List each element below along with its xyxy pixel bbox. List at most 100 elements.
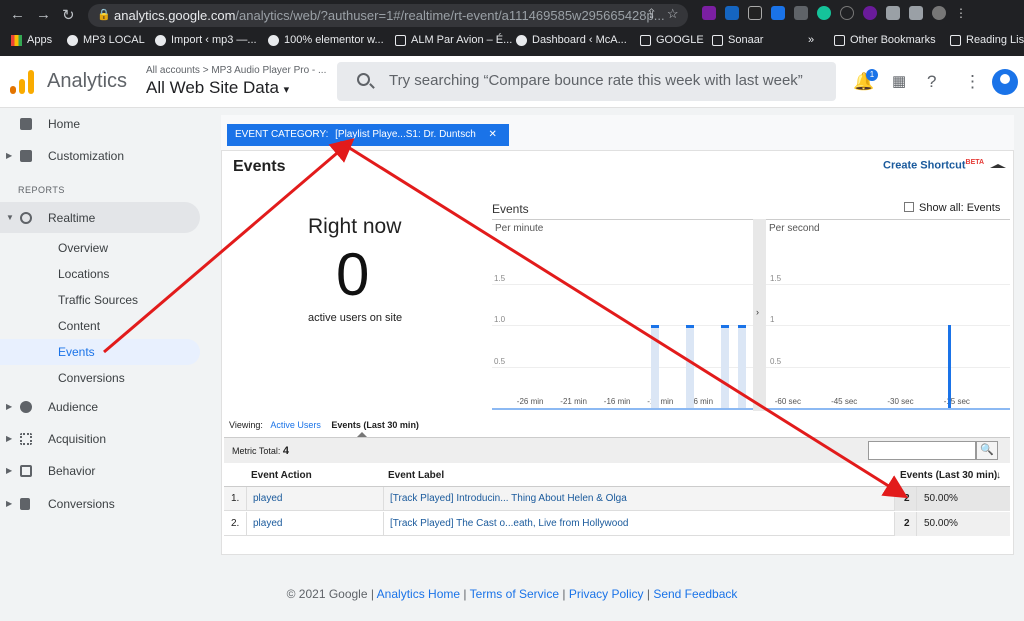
bookmark-folder[interactable]: Sonaar (712, 34, 763, 46)
forward-icon[interactable]: → (36, 6, 51, 23)
col-event-label[interactable]: Event Label (388, 470, 444, 481)
sidebar-item-home[interactable]: Home (0, 110, 200, 138)
sidebar-item-realtime[interactable]: ▼ Realtime (0, 204, 200, 232)
expand-caret-icon: ▶ (6, 151, 13, 160)
extension-icon[interactable] (748, 6, 762, 20)
extension-icon[interactable] (840, 6, 854, 20)
events-chart-title: Events (492, 202, 529, 216)
sidebar-subitem-traffic-sources[interactable]: Traffic Sources (58, 293, 138, 307)
filter-chip[interactable]: EVENT CATEGORY: [Playlist Playe...S1: Dr… (227, 124, 509, 146)
bookmark-item[interactable]: 100% elementor w... (268, 34, 384, 46)
analytics-logo-icon[interactable] (10, 70, 34, 94)
bookmark-apps[interactable]: Apps (11, 34, 52, 46)
extension-icon[interactable] (794, 6, 808, 20)
active-users-count: 0 (336, 241, 370, 308)
sidebar-subitem-conversions[interactable]: Conversions (58, 371, 125, 385)
reload-icon[interactable]: ↻ (62, 6, 75, 24)
cell-divider (383, 487, 384, 511)
sidebar-subitem-locations[interactable]: Locations (58, 267, 109, 281)
person-icon (20, 401, 32, 413)
expand-caret-icon: ▶ (6, 434, 13, 443)
extension-icons[interactable]: ⋮ (702, 6, 969, 24)
bookmark-item[interactable]: Import ‹ mp3 —... (155, 34, 257, 46)
x-tick-label: -45 sec (831, 397, 858, 406)
filter-bar: EVENT CATEGORY: [Playlist Playe...S1: Dr… (221, 115, 1014, 151)
sidebar-item-acquisition[interactable]: ▶ Acquisition (0, 425, 200, 453)
event-action-link[interactable]: played (253, 493, 282, 504)
customization-icon (20, 150, 32, 162)
event-percent: 50.00% (924, 493, 958, 504)
gridline (492, 325, 753, 326)
graduation-cap-icon[interactable] (990, 156, 1006, 168)
footer-link-terms[interactable]: Terms of Service (470, 587, 559, 601)
folder-icon (712, 34, 723, 46)
extension-icon[interactable] (863, 6, 877, 20)
gridline (766, 366, 1010, 368)
sort-down-icon[interactable]: ↓ (996, 470, 1001, 481)
search-box[interactable]: Try searching “Compare bounce rate this … (337, 62, 836, 101)
other-bookmarks[interactable]: Other Bookmarks (834, 34, 936, 46)
sidebar-subitem-content[interactable]: Content (58, 319, 100, 333)
y-tick-label: 1 (770, 315, 775, 324)
apps-grid-icon[interactable]: ▦ (892, 72, 906, 90)
footer-link-analytics-home[interactable]: Analytics Home (377, 587, 460, 601)
reports-header: REPORTS (18, 185, 65, 195)
table-search-button[interactable]: 🔍 (976, 441, 998, 460)
extension-icon[interactable] (771, 6, 785, 20)
sidebar-item-audience[interactable]: ▶ Audience (0, 393, 200, 421)
bookmark-item[interactable]: ALM Par Avion – É... (395, 34, 512, 46)
close-icon[interactable]: ✕ (489, 129, 497, 140)
footer-link-feedback[interactable]: Send Feedback (653, 587, 737, 601)
col-events-count[interactable]: Events (Last 30 min) (900, 470, 997, 481)
sidebar-subitem-overview[interactable]: Overview (58, 241, 108, 255)
event-label-link[interactable]: [Track Played] Introducin... Thing About… (390, 493, 627, 504)
checkbox-icon (904, 202, 914, 212)
row-index: 2. (231, 518, 240, 529)
bookmark-item[interactable]: MP3 LOCAL (67, 34, 145, 46)
puzzle-icon[interactable] (886, 6, 900, 20)
event-action-link[interactable]: played (253, 518, 282, 529)
back-icon[interactable]: ← (10, 6, 25, 23)
event-label-link[interactable]: [Track Played] The Cast o...eath, Live f… (390, 518, 628, 529)
reading-list[interactable]: Reading List (950, 34, 1024, 46)
tab-events-last-30[interactable]: Events (Last 30 min) (331, 420, 419, 430)
property-selector[interactable]: All Web Site Data ▾ (146, 78, 289, 98)
chart-baseline (766, 408, 1010, 410)
sidebar-item-customization[interactable]: ▶ Customization (0, 142, 200, 170)
page-title: Events (233, 158, 286, 175)
menu-icon[interactable]: ⋮ (955, 6, 969, 20)
address-bar[interactable]: 🔒 analytics.google.com/analytics/web/?au… (88, 4, 688, 27)
bookmark-folder[interactable]: GOOGLE (640, 34, 704, 46)
extension-icon[interactable] (725, 6, 739, 20)
grammarly-icon[interactable] (817, 6, 831, 20)
sidebar-subitem-events[interactable]: Events (58, 345, 95, 359)
reading-list-icon (950, 34, 961, 46)
sidebar-item-behavior[interactable]: ▶ Behavior (0, 457, 200, 485)
footer-link-privacy[interactable]: Privacy Policy (569, 587, 644, 601)
avatar[interactable] (992, 69, 1018, 95)
chart-title: Per minute (495, 223, 544, 234)
x-tick-label: -30 sec (887, 397, 914, 406)
more-vert-icon[interactable]: ⋮ (964, 72, 981, 92)
flag-icon (20, 498, 30, 510)
bookmark-item[interactable]: Dashboard ‹ McA... (516, 34, 627, 46)
y-tick-label: 0.5 (494, 356, 506, 366)
globe-icon (155, 34, 166, 46)
chevron-right-icon: › (756, 307, 759, 317)
share-star-icons[interactable]: ⇪☆ (646, 6, 689, 22)
extension-icon[interactable] (702, 6, 716, 20)
chart-divider-handle[interactable]: › (753, 219, 766, 411)
create-shortcut-link[interactable]: Create ShortcutBETA (883, 159, 984, 172)
breadcrumb[interactable]: All accounts > MP3 Audio Player Pro - ..… (146, 65, 326, 76)
bookmarks-overflow-icon[interactable]: » (808, 34, 814, 46)
queue-icon[interactable] (909, 6, 923, 20)
table-search-input[interactable] (868, 441, 976, 460)
tab-active-users[interactable]: Active Users (270, 420, 321, 430)
notification-badge: 1 (866, 69, 878, 81)
chart-bar-top (720, 325, 729, 328)
show-all-checkbox[interactable]: Show all: Events (904, 202, 1000, 214)
help-icon[interactable]: ? (927, 72, 936, 92)
profile-icon[interactable] (932, 6, 946, 20)
col-event-action[interactable]: Event Action (251, 470, 312, 481)
sidebar-item-conversions[interactable]: ▶ Conversions (0, 490, 200, 518)
